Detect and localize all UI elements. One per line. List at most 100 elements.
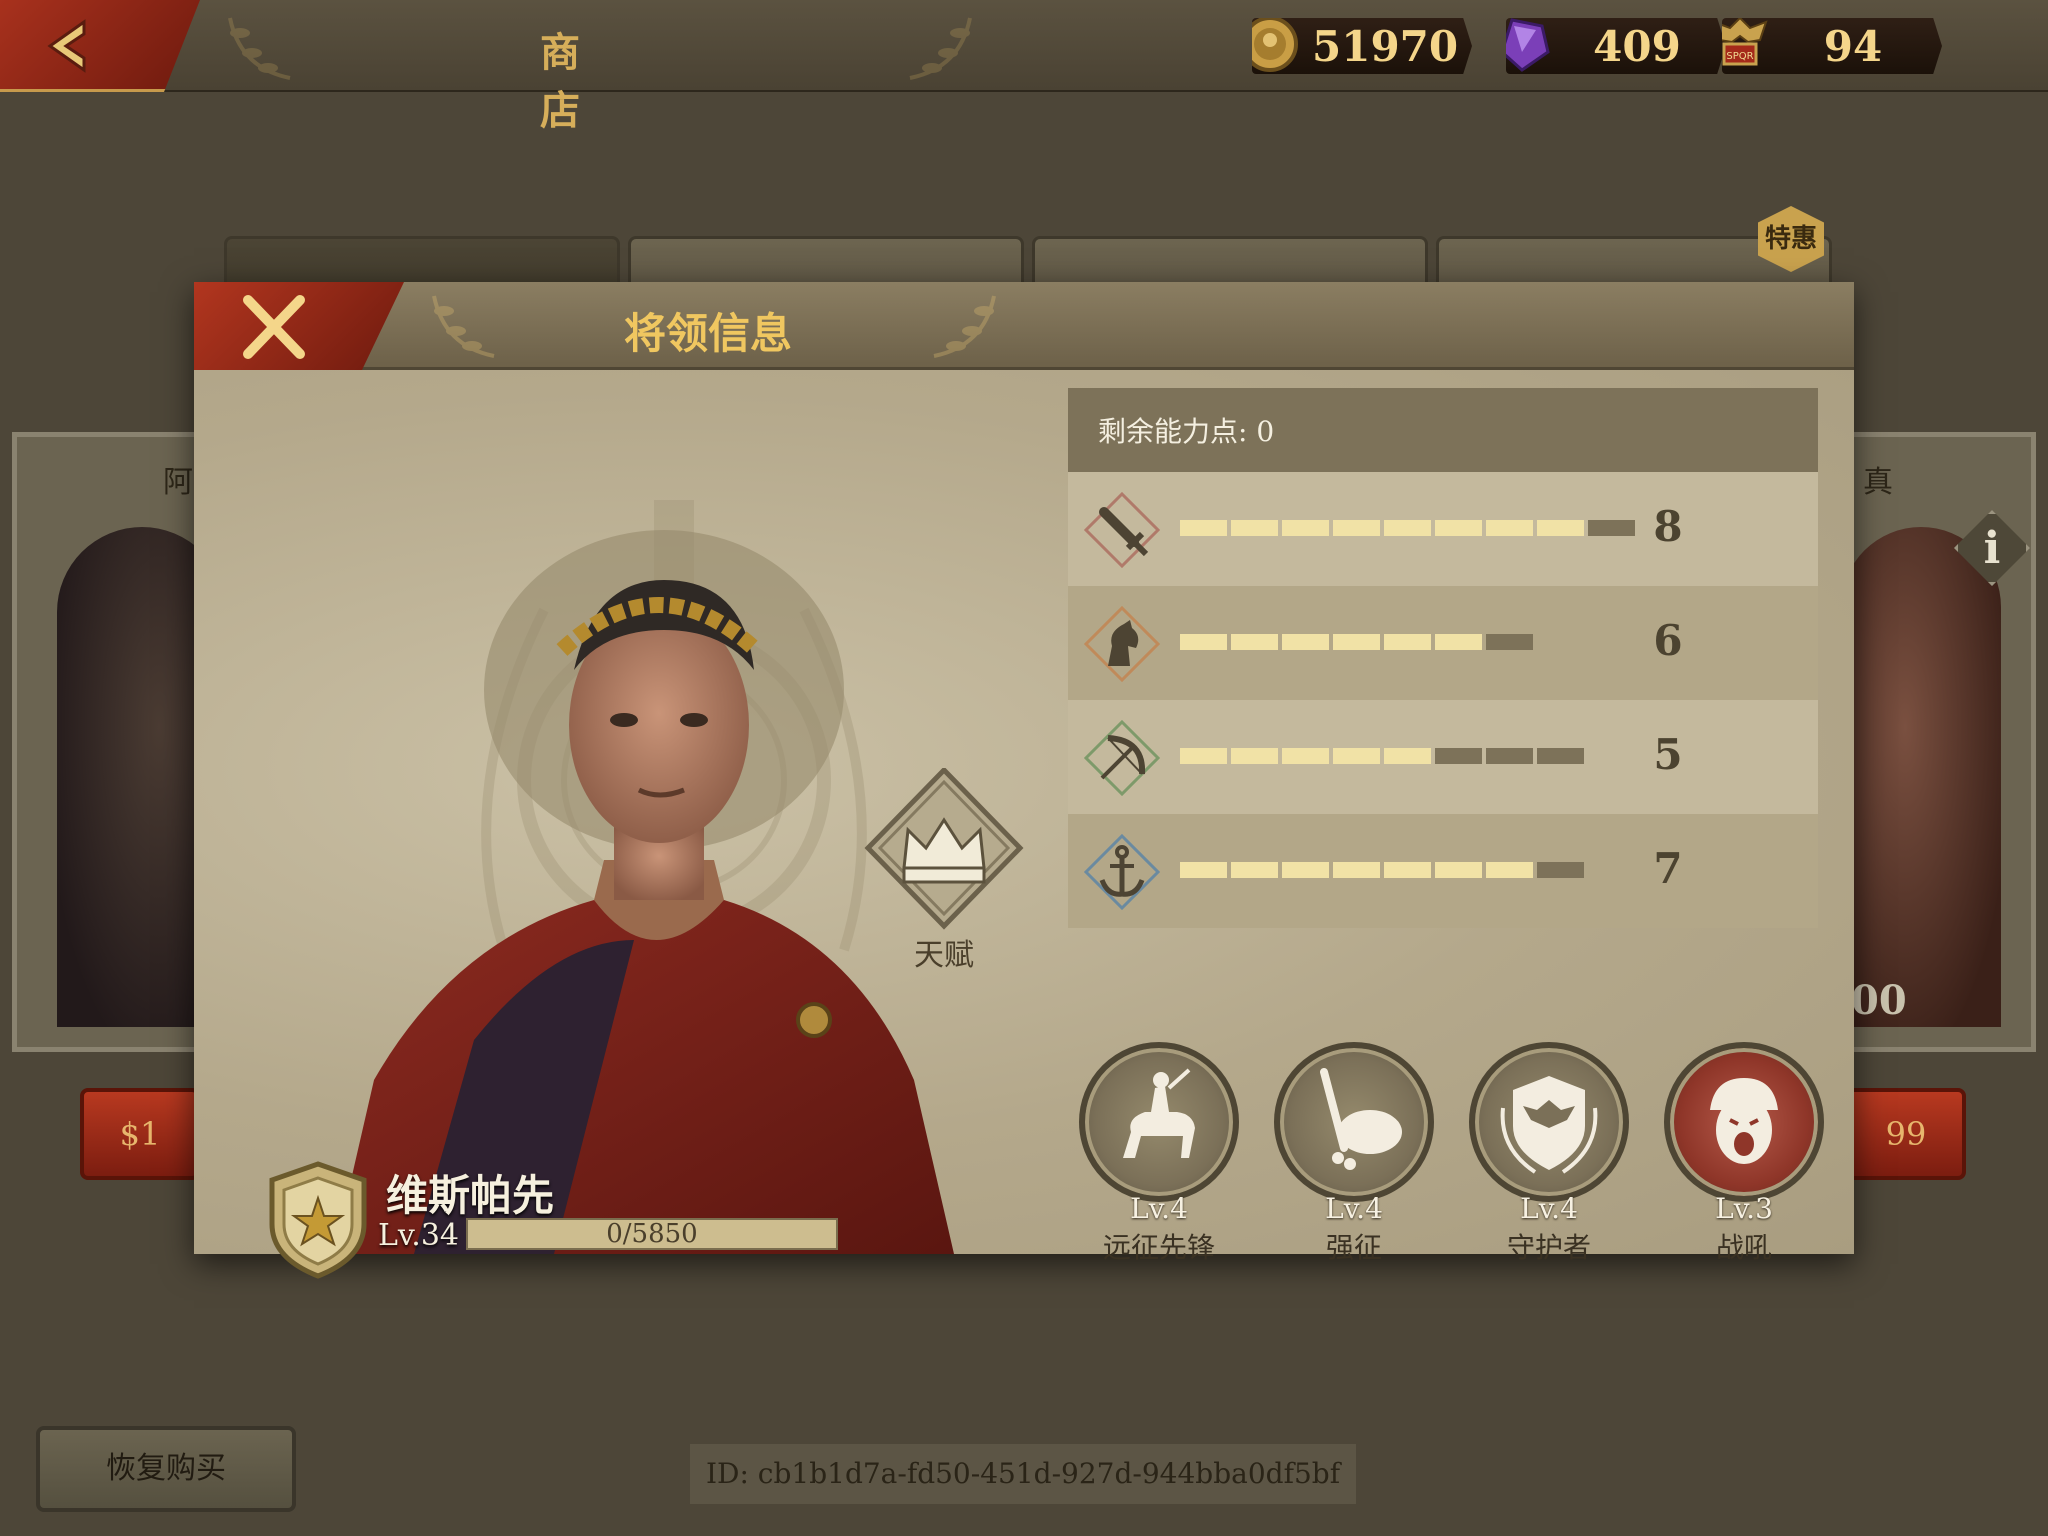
general-level: Lv.34 bbox=[378, 1218, 460, 1253]
dialog-title: 将领信息 bbox=[624, 309, 793, 358]
general-card-right-portrait bbox=[1841, 527, 2001, 1027]
cavalry-horse-icon bbox=[1084, 606, 1160, 682]
skill-level: Lv.4 bbox=[1325, 1192, 1383, 1225]
dialog-body: 天赋 维斯帕先 Lv.34 0/5850 剩余能力点: 0 8 6 5 7 Lv… bbox=[194, 370, 1854, 1279]
anchor-icon bbox=[1084, 834, 1160, 910]
skill-name: 战吼 bbox=[1715, 1231, 1772, 1264]
war-cry-soldier-icon bbox=[1710, 1078, 1778, 1164]
laurel-left-icon bbox=[432, 295, 495, 358]
stat-segment-filled bbox=[1231, 862, 1278, 878]
stat-segment-empty bbox=[1435, 748, 1482, 764]
skill-name: 远征先锋 bbox=[1102, 1231, 1215, 1264]
sword-icon bbox=[1084, 492, 1160, 568]
rank-star-badge-icon bbox=[269, 1161, 367, 1279]
skill-name: 强征 bbox=[1325, 1231, 1382, 1264]
general-card-left-name: 阿 bbox=[163, 465, 193, 500]
skill-medal bbox=[1664, 1042, 1824, 1202]
stat-value: 8 bbox=[1653, 502, 1683, 551]
stat-segment-filled bbox=[1180, 520, 1227, 536]
medal-value: 94 bbox=[1823, 22, 1883, 71]
gem-value: 409 bbox=[1593, 22, 1681, 71]
stat-segment-filled bbox=[1231, 748, 1278, 764]
skill-conscription[interactable]: Lv.4 强征 bbox=[1269, 1042, 1439, 1264]
user-id-text: ID: cb1b1d7a-fd50-451d-927d-944bba0df5bf bbox=[690, 1444, 1356, 1504]
general-card-right-value: 00 bbox=[1851, 977, 1907, 1024]
mounted-knight-icon bbox=[1123, 1068, 1195, 1158]
stat-segment-filled bbox=[1333, 748, 1380, 764]
restore-purchase-button[interactable]: 恢复购买 bbox=[36, 1426, 296, 1512]
stat-value: 5 bbox=[1653, 730, 1683, 779]
page-title: 商 店 bbox=[540, 29, 598, 134]
xp-progress-bar: 0/5850 bbox=[466, 1218, 838, 1250]
top-bar: 商 店 51970 409 SPQR 94 bbox=[0, 0, 2048, 134]
skill-guardian[interactable]: Lv.4 守护者 bbox=[1464, 1042, 1634, 1264]
general-card-right-price[interactable]: 99 bbox=[1846, 1088, 1966, 1180]
back-button[interactable] bbox=[0, 0, 200, 92]
stat-segment-empty bbox=[1537, 748, 1584, 764]
stat-segment-empty bbox=[1486, 634, 1533, 650]
stat-row-archery: 5 bbox=[1068, 700, 1818, 814]
gold-counter[interactable]: 51970 bbox=[1252, 18, 1472, 74]
dialog-header: 将领信息 bbox=[194, 282, 1854, 370]
stat-row-attack: 8 bbox=[1068, 472, 1818, 586]
skill-war-cry[interactable]: Lv.3 战吼 bbox=[1659, 1042, 1829, 1264]
stat-segment-filled bbox=[1180, 748, 1227, 764]
skill-level: Lv.4 bbox=[1520, 1192, 1578, 1225]
skill-name: 守护者 bbox=[1506, 1231, 1591, 1264]
gem-counter[interactable]: 409 bbox=[1506, 18, 1726, 74]
talent-crown-icon[interactable] bbox=[864, 768, 1024, 938]
talent-label: 天赋 bbox=[914, 938, 974, 973]
general-card-right-name: 真 bbox=[1863, 465, 1893, 500]
general-card-left-price[interactable]: $1 bbox=[80, 1088, 200, 1180]
medal-counter[interactable]: SPQR 94 bbox=[1722, 18, 1942, 74]
skill-medal bbox=[1469, 1042, 1629, 1202]
stat-value: 7 bbox=[1653, 844, 1683, 893]
stat-segment-filled bbox=[1486, 862, 1533, 878]
stat-segment-filled bbox=[1282, 634, 1329, 650]
stat-segment-filled bbox=[1435, 520, 1482, 536]
skill-level: Lv.4 bbox=[1130, 1192, 1188, 1225]
purple-gem-icon bbox=[1506, 18, 1550, 72]
laurel-right-icon bbox=[933, 295, 996, 358]
stat-value: 6 bbox=[1653, 616, 1683, 665]
svg-text:SPQR: SPQR bbox=[1726, 51, 1753, 62]
stat-segment-filled bbox=[1384, 634, 1431, 650]
stat-segment-filled bbox=[1435, 862, 1482, 878]
stat-segment-filled bbox=[1282, 748, 1329, 764]
skill-medal bbox=[1274, 1042, 1434, 1202]
stat-segment-empty bbox=[1486, 748, 1533, 764]
sword-and-sack-icon bbox=[1320, 1068, 1402, 1170]
stat-segment-filled bbox=[1384, 748, 1431, 764]
close-button[interactable] bbox=[194, 282, 404, 370]
skill-expedition-vanguard[interactable]: Lv.4 远征先锋 bbox=[1074, 1042, 1244, 1264]
stat-segment-filled bbox=[1333, 634, 1380, 650]
skill-medal bbox=[1079, 1042, 1239, 1202]
general-name-plate: 维斯帕先 Lv.34 0/5850 bbox=[266, 1160, 906, 1279]
close-icon bbox=[243, 295, 305, 359]
stat-segment-empty bbox=[1537, 862, 1584, 878]
stat-segment-filled bbox=[1282, 862, 1329, 878]
stat-segment-empty bbox=[1588, 520, 1635, 536]
gold-coin-icon bbox=[1252, 18, 1298, 72]
back-arrow-icon bbox=[47, 19, 86, 73]
general-info-dialog: 将领信息 天赋 维斯帕先 Lv.34 0/5850 剩余能力点: 0 8 6 5… bbox=[194, 282, 1854, 1279]
bow-icon bbox=[1084, 720, 1160, 796]
stat-segment-filled bbox=[1435, 634, 1482, 650]
general-name: 维斯帕先 bbox=[386, 1171, 555, 1220]
stat-segment-filled bbox=[1384, 520, 1431, 536]
stat-segment-filled bbox=[1333, 520, 1380, 536]
stat-segment-filled bbox=[1180, 634, 1227, 650]
eagle-shield-icon bbox=[1500, 1076, 1598, 1174]
stat-segment-filled bbox=[1384, 862, 1431, 878]
remaining-points-header: 剩余能力点: 0 bbox=[1068, 388, 1818, 472]
stat-segment-filled bbox=[1231, 634, 1278, 650]
laurel-right-icon bbox=[909, 17, 972, 80]
laurel-left-icon bbox=[228, 17, 291, 80]
stat-row-cavalry: 6 bbox=[1068, 586, 1818, 700]
gold-value: 51970 bbox=[1312, 22, 1459, 71]
stat-segment-filled bbox=[1180, 862, 1227, 878]
general-card-left[interactable]: 阿 bbox=[12, 432, 227, 1052]
stat-segment-filled bbox=[1231, 520, 1278, 536]
stat-segment-filled bbox=[1537, 520, 1584, 536]
stat-segment-filled bbox=[1486, 520, 1533, 536]
